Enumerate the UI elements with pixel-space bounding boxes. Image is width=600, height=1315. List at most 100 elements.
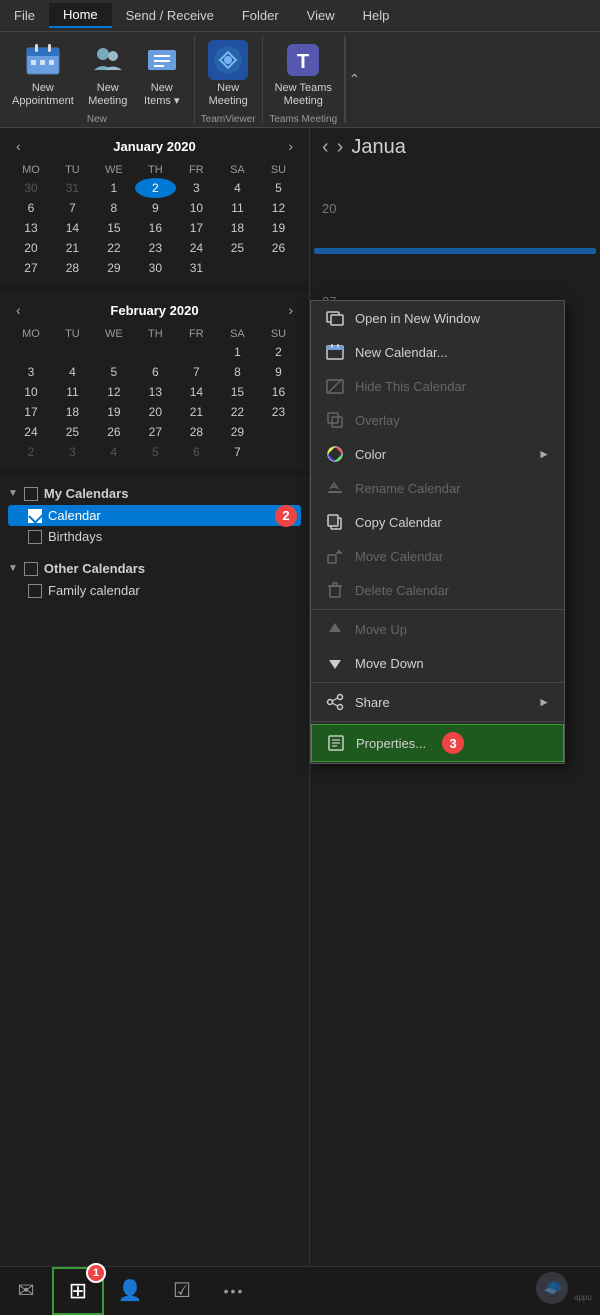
main-cal-prev[interactable]: ‹ [322, 136, 329, 159]
jan-day-cell[interactable]: 18 [217, 218, 258, 238]
nav-mail[interactable]: ✉ [0, 1267, 52, 1315]
nav-more[interactable]: ••• [208, 1267, 260, 1315]
feb-day-cell[interactable]: 3 [10, 362, 52, 382]
feb-day-cell[interactable]: 14 [176, 382, 217, 402]
jan-day-cell[interactable]: 30 [135, 258, 176, 278]
jan-day-cell[interactable]: 25 [217, 238, 258, 258]
menu-home[interactable]: Home [49, 3, 112, 28]
jan-day-cell[interactable]: 29 [93, 258, 135, 278]
other-calendars-header[interactable]: ▼ Other Calendars [8, 561, 301, 576]
my-calendars-checkbox[interactable] [24, 487, 38, 501]
feb-day-cell[interactable]: 27 [135, 422, 176, 442]
feb-day-cell[interactable]: 19 [93, 402, 135, 422]
new-meeting-button[interactable]: New Meeting [82, 36, 134, 112]
jan-day-cell[interactable]: 20 [10, 238, 52, 258]
feb-day-cell[interactable]: 9 [258, 362, 299, 382]
feb-day-cell[interactable]: 20 [135, 402, 176, 422]
jan-prev-button[interactable]: ‹ [10, 136, 27, 156]
jan-day-cell[interactable]: 10 [176, 198, 217, 218]
jan-day-cell[interactable]: 19 [258, 218, 299, 238]
feb-day-cell[interactable]: 28 [176, 422, 217, 442]
feb-next-button[interactable]: › [282, 300, 299, 320]
feb-day-cell[interactable]: 8 [217, 362, 258, 382]
ctx-move-down[interactable]: Move Down [311, 646, 564, 680]
feb-day-cell[interactable]: 4 [52, 362, 93, 382]
feb-day-cell[interactable]: 22 [217, 402, 258, 422]
jan-day-cell[interactable]: 1 [93, 178, 135, 198]
menu-help[interactable]: Help [349, 4, 404, 27]
jan-day-cell[interactable]: 17 [176, 218, 217, 238]
calendar-checkbox[interactable] [28, 509, 42, 523]
jan-day-cell[interactable]: 12 [258, 198, 299, 218]
menu-send-receive[interactable]: Send / Receive [112, 4, 228, 27]
jan-day-cell[interactable]: 3 [176, 178, 217, 198]
other-calendars-checkbox[interactable] [24, 562, 38, 576]
feb-day-cell[interactable]: 16 [258, 382, 299, 402]
jan-day-cell[interactable]: 5 [258, 178, 299, 198]
new-meeting-tv-button[interactable]: New Meeting [202, 36, 254, 112]
ctx-properties[interactable]: Properties... 3 [311, 724, 564, 762]
jan-day-cell[interactable]: 4 [217, 178, 258, 198]
jan-next-button[interactable]: › [282, 136, 299, 156]
new-appointment-button[interactable]: New Appointment [6, 36, 80, 112]
jan-day-cell[interactable]: 30 [10, 178, 52, 198]
ribbon-collapse-button[interactable]: ⌃ [345, 36, 363, 123]
jan-day-cell[interactable]: 24 [176, 238, 217, 258]
jan-day-cell[interactable]: 21 [52, 238, 93, 258]
birthdays-item[interactable]: Birthdays [8, 526, 301, 547]
menu-file[interactable]: File [0, 4, 49, 27]
jan-day-cell[interactable]: 31 [52, 178, 93, 198]
feb-day-cell[interactable]: 15 [217, 382, 258, 402]
feb-day-cell[interactable]: 23 [258, 402, 299, 422]
feb-day-cell[interactable]: 7 [176, 362, 217, 382]
family-calendar-item[interactable]: Family calendar [8, 580, 301, 601]
feb-day-cell[interactable]: 3 [52, 442, 93, 462]
ctx-color[interactable]: Color ► [311, 437, 564, 471]
jan-day-cell[interactable]: 2 [135, 178, 176, 198]
calendar-item[interactable]: Calendar 2 [8, 505, 301, 526]
feb-day-cell[interactable]: 24 [10, 422, 52, 442]
ctx-new-calendar[interactable]: New Calendar... [311, 335, 564, 369]
jan-day-cell[interactable]: 7 [52, 198, 93, 218]
birthdays-checkbox[interactable] [28, 530, 42, 544]
ctx-copy-calendar[interactable]: Copy Calendar [311, 505, 564, 539]
feb-day-cell[interactable]: 13 [135, 382, 176, 402]
jan-day-cell[interactable]: 23 [135, 238, 176, 258]
jan-day-cell[interactable]: 13 [10, 218, 52, 238]
nav-people[interactable]: 👤 [104, 1267, 156, 1315]
feb-day-cell[interactable]: 2 [258, 342, 299, 362]
feb-day-cell[interactable]: 7 [217, 442, 258, 462]
menu-view[interactable]: View [293, 4, 349, 27]
jan-day-cell[interactable]: 14 [52, 218, 93, 238]
main-cal-next[interactable]: › [337, 136, 344, 159]
jan-day-cell[interactable]: 27 [10, 258, 52, 278]
feb-day-cell[interactable]: 6 [135, 362, 176, 382]
jan-day-cell[interactable]: 9 [135, 198, 176, 218]
feb-day-cell[interactable]: 21 [176, 402, 217, 422]
ctx-open-new-window[interactable]: Open in New Window [311, 301, 564, 335]
jan-day-cell[interactable]: 11 [217, 198, 258, 218]
feb-day-cell[interactable]: 12 [93, 382, 135, 402]
feb-day-cell[interactable]: 29 [217, 422, 258, 442]
feb-day-cell[interactable]: 11 [52, 382, 93, 402]
feb-day-cell[interactable]: 17 [10, 402, 52, 422]
feb-day-cell[interactable]: 6 [176, 442, 217, 462]
jan-day-cell[interactable]: 28 [52, 258, 93, 278]
jan-day-cell[interactable]: 16 [135, 218, 176, 238]
jan-day-cell[interactable]: 15 [93, 218, 135, 238]
jan-day-cell[interactable]: 26 [258, 238, 299, 258]
feb-day-cell[interactable]: 2 [10, 442, 52, 462]
jan-day-cell[interactable]: 8 [93, 198, 135, 218]
new-items-button[interactable]: New Items ▾ [136, 36, 188, 112]
jan-day-cell[interactable]: 31 [176, 258, 217, 278]
family-calendar-checkbox[interactable] [28, 584, 42, 598]
feb-day-cell[interactable]: 26 [93, 422, 135, 442]
feb-day-cell[interactable]: 18 [52, 402, 93, 422]
nav-tasks[interactable]: ☑ [156, 1267, 208, 1315]
jan-day-cell[interactable]: 6 [10, 198, 52, 218]
feb-day-cell[interactable]: 1 [217, 342, 258, 362]
feb-day-cell[interactable]: 10 [10, 382, 52, 402]
feb-day-cell[interactable]: 4 [93, 442, 135, 462]
feb-day-cell[interactable]: 5 [135, 442, 176, 462]
jan-day-cell[interactable]: 22 [93, 238, 135, 258]
